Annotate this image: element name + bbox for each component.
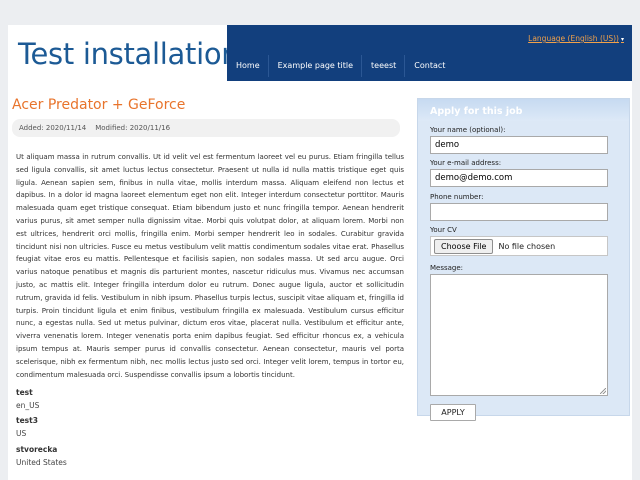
name-label: Your name (optional): bbox=[430, 126, 506, 134]
menu-item-example-page-title[interactable]: Example page title bbox=[269, 55, 363, 77]
page: Test installation Language (English (US)… bbox=[8, 25, 632, 480]
choose-file-button[interactable]: Choose File bbox=[434, 238, 494, 254]
field-value: United States bbox=[16, 458, 67, 467]
added-date: Added: 2020/11/14 bbox=[19, 124, 87, 132]
nav-bar: Language (English (US)) ▾ Home Example pa… bbox=[227, 25, 632, 81]
apply-form-panel: Apply for this job Your name (optional):… bbox=[417, 98, 630, 421]
field-label: stvorecka bbox=[16, 445, 58, 454]
custom-field-test: test en_US bbox=[16, 387, 216, 412]
modified-date: Modified: 2020/11/16 bbox=[95, 124, 171, 132]
article-meta: Added: 2020/11/14 Modified: 2020/11/16 bbox=[12, 119, 400, 137]
custom-field-test3: test3 US bbox=[16, 415, 216, 440]
message-textarea[interactable] bbox=[430, 274, 608, 396]
custom-field-stvorecka: stvorecka United States bbox=[16, 444, 216, 469]
menu-item-contact[interactable]: Contact bbox=[405, 55, 453, 77]
phone-field[interactable] bbox=[430, 203, 608, 221]
apply-form-heading: Apply for this job bbox=[418, 99, 629, 121]
site-header: Test installation Language (English (US)… bbox=[8, 25, 632, 83]
field-value: en_US bbox=[16, 401, 40, 410]
menu-item-teeest[interactable]: teeest bbox=[362, 55, 406, 77]
name-field[interactable]: demo bbox=[430, 136, 608, 154]
cv-file-input[interactable]: Choose File No file chosen bbox=[430, 236, 608, 256]
article-title: Acer Predator + GeForce bbox=[12, 97, 186, 113]
site-title[interactable]: Test installation bbox=[18, 37, 240, 71]
article-body: Ut aliquam massa in rutrum convallis. Ut… bbox=[16, 153, 404, 379]
field-value: US bbox=[16, 429, 27, 438]
chevron-down-icon[interactable]: ▾ bbox=[621, 36, 624, 43]
resize-grip-icon[interactable] bbox=[600, 388, 606, 394]
menu-item-home[interactable]: Home bbox=[227, 55, 269, 77]
phone-label: Phone number: bbox=[430, 193, 484, 201]
field-label: test3 bbox=[16, 416, 38, 425]
email-field[interactable]: demo@demo.com bbox=[430, 169, 608, 187]
email-label: Your e-mail address: bbox=[430, 159, 502, 167]
language-label[interactable]: Language (English (US)) bbox=[528, 34, 619, 43]
language-selector[interactable]: Language (English (US)) ▾ bbox=[528, 34, 624, 43]
message-label: Message: bbox=[430, 264, 464, 272]
apply-button[interactable]: APPLY bbox=[430, 404, 476, 421]
cv-label: Your CV bbox=[430, 226, 457, 234]
file-status: No file chosen bbox=[498, 241, 556, 251]
main-menu: Home Example page title teeest Contact bbox=[227, 55, 453, 77]
field-label: test bbox=[16, 388, 33, 397]
